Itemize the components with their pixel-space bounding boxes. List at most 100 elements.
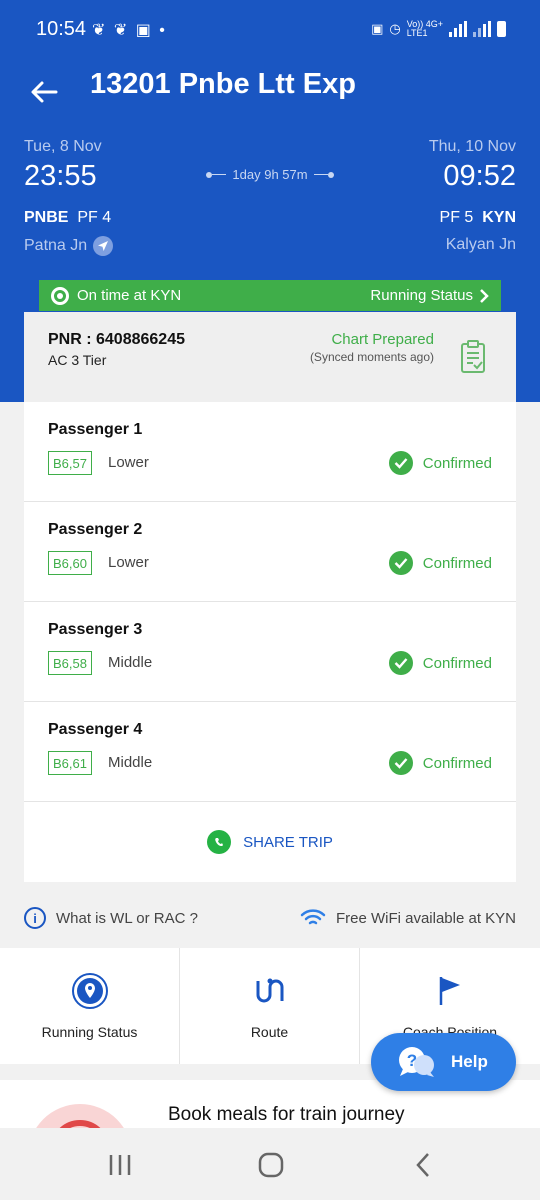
- duration-line-left: [206, 171, 227, 178]
- share-trip-button[interactable]: SHARE TRIP: [24, 802, 516, 882]
- network-label: Vo)) 4G+ LTE1: [407, 20, 443, 38]
- back-arrow-icon: [31, 81, 58, 103]
- location-pin-icon: [71, 972, 109, 1010]
- lock-icon: ▣: [371, 21, 384, 36]
- passenger-name: Passenger 4: [48, 721, 143, 738]
- status-text: Confirmed: [422, 454, 492, 472]
- passenger-row: Passenger 3 B6,58 Middle Confirmed: [24, 602, 516, 702]
- svg-text:?: ?: [407, 1051, 417, 1070]
- destination-station-code: PF 5 KYN: [440, 209, 516, 227]
- source-station[interactable]: Patna Jn: [24, 236, 114, 256]
- ontime-text: On time at KYN: [77, 287, 182, 304]
- departure-date: Tue, 8 Nov: [24, 138, 102, 155]
- route-icon: [251, 972, 289, 1010]
- wl-rac-link[interactable]: What is WL or RAC ?: [56, 910, 198, 927]
- running-status-link-label: Running Status: [370, 287, 473, 304]
- journey-duration: 1day 9h 57m: [200, 167, 340, 182]
- meals-title: Book meals for train journey: [168, 1104, 405, 1125]
- destination-platform: PF 5: [439, 209, 474, 226]
- source-station-name: Patna Jn: [24, 237, 88, 254]
- running-status-link[interactable]: Running Status: [370, 287, 489, 304]
- sync-status: (Synced moments ago): [309, 350, 434, 364]
- destination-station-name: Kalyan Jn: [445, 236, 516, 253]
- status-text: Confirmed: [422, 754, 492, 772]
- source-platform: PF 4: [77, 209, 112, 226]
- pnr-number: PNR : 6408866245: [48, 331, 185, 348]
- passenger-list: Passenger 1 B6,57 Lower Confirmed Passen…: [24, 402, 516, 802]
- signal-icon-2: [473, 21, 491, 37]
- back-nav-button[interactable]: [393, 1148, 453, 1182]
- status-dot-icon: [51, 286, 69, 305]
- shortcut-label: Running Status: [41, 1024, 138, 1040]
- info-row: i What is WL or RAC ? Free WiFi availabl…: [24, 905, 516, 931]
- notification-icons: ❦ ❦ ▣ •: [92, 22, 167, 39]
- destination-code: KYN: [482, 209, 516, 226]
- status-bar: 10:54 ❦ ❦ ▣ • ▣ ◷ Vo)) 4G+ LTE1: [0, 0, 540, 60]
- chart-status: Chart Prepared: [331, 331, 434, 348]
- booking-status: Confirmed: [388, 751, 492, 775]
- alarm-icon: ◷: [389, 21, 401, 36]
- shortcut-running-status[interactable]: Running Status: [0, 948, 180, 1064]
- status-text: Confirmed: [422, 654, 492, 672]
- network-text-2: LTE1: [406, 28, 428, 38]
- navigate-icon[interactable]: [93, 236, 114, 256]
- berth-type: Middle: [108, 754, 153, 771]
- source-code: PNBE: [24, 209, 69, 226]
- source-station-code: PNBE PF 4: [24, 209, 111, 227]
- check-icon: [388, 751, 413, 775]
- whatsapp-icon: [207, 830, 232, 854]
- ontime-banner[interactable]: On time at KYN Running Status: [39, 280, 501, 311]
- berth-type: Lower: [108, 554, 149, 571]
- home-icon: [258, 1152, 284, 1178]
- berth-badge: B6,61: [48, 751, 92, 775]
- battery-icon: [497, 21, 506, 37]
- passenger-row: Passenger 4 B6,61 Middle Confirmed: [24, 702, 516, 802]
- shortcut-route[interactable]: Route: [180, 948, 360, 1064]
- status-time: 10:54: [36, 18, 87, 40]
- berth-badge: B6,58: [48, 651, 92, 675]
- wifi-info-link[interactable]: Free WiFi available at KYN: [336, 910, 516, 927]
- travel-class: AC 3 Tier: [48, 352, 107, 368]
- berth-type: Middle: [108, 654, 153, 671]
- share-trip-label: SHARE TRIP: [243, 833, 333, 851]
- arrival-time: 09:52: [443, 160, 516, 192]
- pnr-card: PNR : 6408866245 AC 3 Tier Chart Prepare…: [24, 312, 516, 402]
- booking-status: Confirmed: [388, 651, 492, 675]
- check-icon: [388, 451, 413, 475]
- wifi-icon: [300, 909, 326, 925]
- chat-help-icon: ?: [399, 1047, 434, 1077]
- help-button[interactable]: ? Help: [371, 1033, 516, 1091]
- berth-badge: B6,57: [48, 451, 92, 475]
- recent-apps-icon: [109, 1155, 131, 1175]
- passenger-name: Passenger 3: [48, 621, 143, 638]
- booking-status: Confirmed: [388, 451, 492, 475]
- duration-text: 1day 9h 57m: [232, 167, 308, 182]
- shortcut-label: Route: [250, 1024, 289, 1040]
- help-label: Help: [451, 1052, 488, 1071]
- back-button[interactable]: [22, 70, 66, 114]
- berth-badge: B6,60: [48, 551, 92, 575]
- flag-icon: [431, 972, 469, 1010]
- duration-line-right: [313, 171, 334, 178]
- passenger-name: Passenger 2: [48, 521, 143, 538]
- passenger-name: Passenger 1: [48, 421, 143, 438]
- passenger-row: Passenger 1 B6,57 Lower Confirmed: [24, 402, 516, 502]
- arrival-date: Thu, 10 Nov: [428, 138, 516, 155]
- home-button[interactable]: [241, 1148, 301, 1182]
- status-text: Confirmed: [422, 554, 492, 572]
- info-icon: i: [24, 907, 46, 929]
- meals-illustration: [28, 1104, 132, 1128]
- train-title: 13201 Pnbe Ltt Exp: [90, 68, 356, 100]
- system-icons: ▣ ◷ Vo)) 4G+ LTE1: [371, 20, 506, 38]
- passenger-row: Passenger 2 B6,60 Lower Confirmed: [24, 502, 516, 602]
- berth-type: Lower: [108, 454, 149, 471]
- chevron-left-icon: [416, 1153, 429, 1177]
- chevron-right-icon: [480, 288, 489, 303]
- check-icon: [388, 651, 413, 675]
- system-nav-bar: [0, 1128, 540, 1200]
- booking-status: Confirmed: [388, 551, 492, 575]
- clipboard-icon: [461, 340, 485, 373]
- check-icon: [388, 551, 413, 575]
- recent-apps-button[interactable]: [90, 1148, 150, 1182]
- departure-time: 23:55: [24, 160, 97, 192]
